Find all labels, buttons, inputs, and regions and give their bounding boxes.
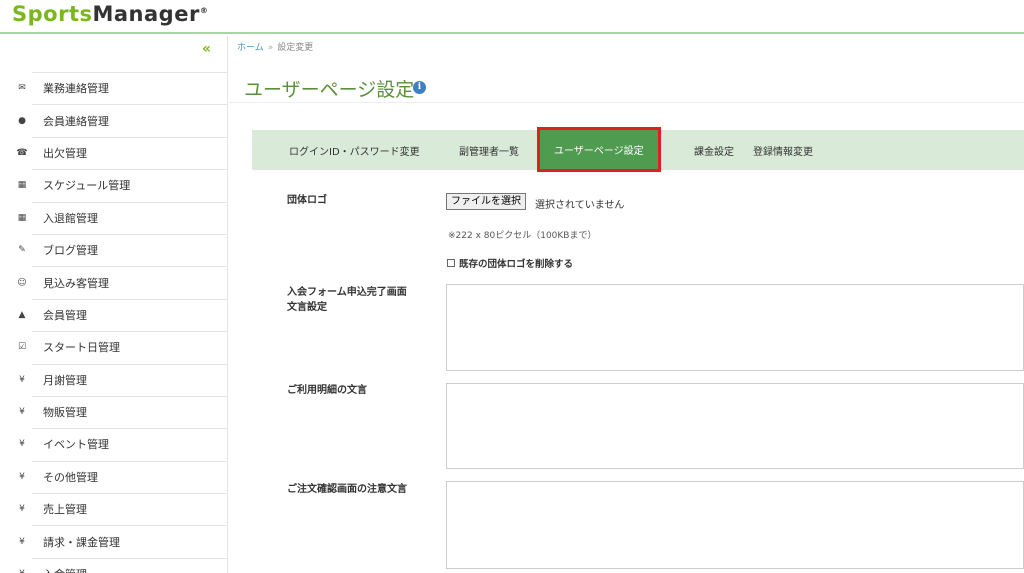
delete-logo-option[interactable]: 既存の団体ロゴを削除する (447, 256, 573, 270)
sidebar-item[interactable]: ¥ 物販管理 (0, 395, 227, 428)
breadcrumb-separator: » (267, 43, 274, 53)
sidebar-item-label: 請求・課金管理 (43, 535, 120, 549)
page-title: ユーザーページ設定 (244, 79, 415, 101)
checkbox-icon: ☑ (17, 342, 27, 353)
tab-registration-info[interactable]: 登録情報変更 (753, 130, 813, 170)
delete-logo-label: 既存の団体ロゴを削除する (459, 259, 574, 270)
breadcrumb-home-link[interactable]: ホーム (237, 43, 264, 53)
settings-tab-bar: ログインID・パスワード変更 副管理者一覧 ユーザーページ設定 課金設定 登録情… (252, 127, 1024, 172)
sidebar-item[interactable]: ¥ 入金管理 (0, 557, 227, 573)
logo-text-manager: Manager (92, 2, 200, 26)
sidebar-item-label: 会員管理 (43, 308, 87, 322)
logo-field-label: 団体ロゴ (287, 195, 327, 206)
yen-icon: ¥ (12, 569, 32, 573)
sidebar-item[interactable]: ▦ 入退館管理 (0, 201, 227, 234)
yen-icon: ¥ (19, 374, 25, 385)
yen-icon: ¥ (19, 536, 25, 547)
yen-icon: ¥ (19, 439, 25, 450)
title-divider (229, 102, 1024, 103)
logo-text-sports: Sports (12, 2, 93, 26)
form-complete-text-label: 入会フォーム申込完了画面 文言設定 (287, 285, 407, 315)
logo-trademark: ® (199, 6, 209, 15)
usage-details-text-area[interactable] (446, 383, 1024, 469)
sidebar-item[interactable]: ● 会員連絡管理 (0, 104, 227, 136)
form-complete-text-area[interactable] (446, 284, 1024, 371)
sidebar-item-label: イベント管理 (43, 438, 109, 452)
sidebar-item[interactable]: ☺ 見込み客管理 (0, 266, 227, 298)
order-confirm-note-area[interactable] (446, 481, 1024, 569)
sidebar-item-label: ブログ管理 (43, 244, 98, 258)
sidebar-item[interactable]: ¥ イベント管理 (0, 428, 227, 460)
sidebar-item-label: スケジュール管理 (43, 179, 131, 193)
sidebar-item-label: 業務連絡管理 (43, 82, 109, 96)
yen-icon: ¥ (19, 407, 25, 418)
sidebar-item-label: 見込み客管理 (43, 276, 109, 290)
calendar-icon: ▦ (17, 180, 27, 191)
sidebar: « ✉ 業務連絡管理 ● 会員連絡管理 ☎ 出欠管理 ▦ スケジュール管理 ▦ 入退館管理 ✎ ブログ… (0, 36, 228, 573)
sidebar-item[interactable]: ☑ スタート日管理 (0, 331, 227, 363)
sidebar-item-label: スタート日管理 (43, 341, 120, 355)
sidebar-item[interactable]: ☎ 出欠管理 (0, 136, 227, 169)
info-icon[interactable]: i (413, 81, 426, 94)
form-complete-text-label-line1: 入会フォーム申込完了画面 (287, 287, 407, 298)
form-complete-text-label-line2: 文言設定 (287, 302, 327, 313)
sidebar-item[interactable]: ✉ 業務連絡管理 (0, 72, 227, 104)
sidebar-item-label: 月謝管理 (43, 373, 87, 387)
sidebar-item[interactable]: ¥ 売上管理 (0, 493, 227, 525)
sidebar-menu: ✉ 業務連絡管理 ● 会員連絡管理 ☎ 出欠管理 ▦ スケジュール管理 ▦ 入退館管理 ✎ ブログ管理… (0, 72, 227, 573)
breadcrumb: ホーム» 設定変更 (237, 40, 313, 53)
sidebar-item[interactable]: ▦ スケジュール管理 (0, 169, 227, 201)
sidebar-item[interactable]: ▲ 会員管理 (0, 298, 227, 331)
sidebar-item[interactable]: ✎ ブログ管理 (0, 233, 227, 266)
tab-billing-settings[interactable]: 課金設定 (694, 130, 734, 170)
sidebar-item[interactable]: ¥ その他管理 (0, 460, 227, 493)
sidebar-item-label: 入退館管理 (43, 211, 98, 225)
logo-size-hint: ※222 x 80ピクセル（100KBまで） (448, 231, 597, 241)
user-icon: ▲ (18, 309, 26, 320)
app-logo[interactable]: SportsManager® (12, 2, 208, 26)
sidebar-item-label: その他管理 (43, 470, 98, 484)
sidebar-item[interactable]: ¥ 月謝管理 (0, 363, 227, 396)
usage-details-text-label: ご利用明細の文言 (287, 385, 367, 396)
delete-logo-checkbox[interactable] (447, 259, 455, 267)
sidebar-item-label: 売上管理 (43, 503, 87, 517)
file-status-text: 選択されていません (535, 200, 625, 211)
sidebar-item[interactable]: ¥ 請求・課金管理 (0, 525, 227, 557)
phone-icon: ☎ (16, 147, 28, 158)
breadcrumb-current: 設定変更 (277, 43, 314, 53)
tab-user-page-settings[interactable]: ユーザーページ設定 (537, 127, 661, 172)
calendar-icon: ▦ (17, 212, 27, 223)
tab-login-password[interactable]: ログインID・パスワード変更 (289, 130, 420, 170)
order-confirm-note-label: ご注文確認画面の注意文言 (287, 484, 407, 495)
top-bar: SportsManager® (0, 0, 1024, 34)
chat-bubble-icon: ● (18, 115, 26, 126)
main-content: ホーム» 設定変更 ユーザーページ設定 i ログインID・パスワード変更 副管理者… (229, 36, 1024, 573)
tab-sub-admin-list[interactable]: 副管理者一覧 (459, 130, 519, 170)
sidebar-item-label: 会員連絡管理 (43, 114, 109, 128)
pencil-icon: ✎ (18, 245, 26, 256)
sidebar-item-label: 出欠管理 (43, 146, 87, 160)
sidebar-item-label: 物販管理 (43, 406, 87, 420)
collapse-sidebar-icon[interactable]: « (202, 41, 211, 57)
yen-icon: ¥ (19, 471, 25, 482)
sidebar-item-label: 入金管理 (43, 566, 87, 573)
yen-icon: ¥ (19, 504, 25, 515)
smiley-icon: ☺ (17, 277, 27, 288)
choose-file-button[interactable]: ファイルを選択 (446, 193, 526, 210)
envelope-icon: ✉ (18, 83, 26, 94)
